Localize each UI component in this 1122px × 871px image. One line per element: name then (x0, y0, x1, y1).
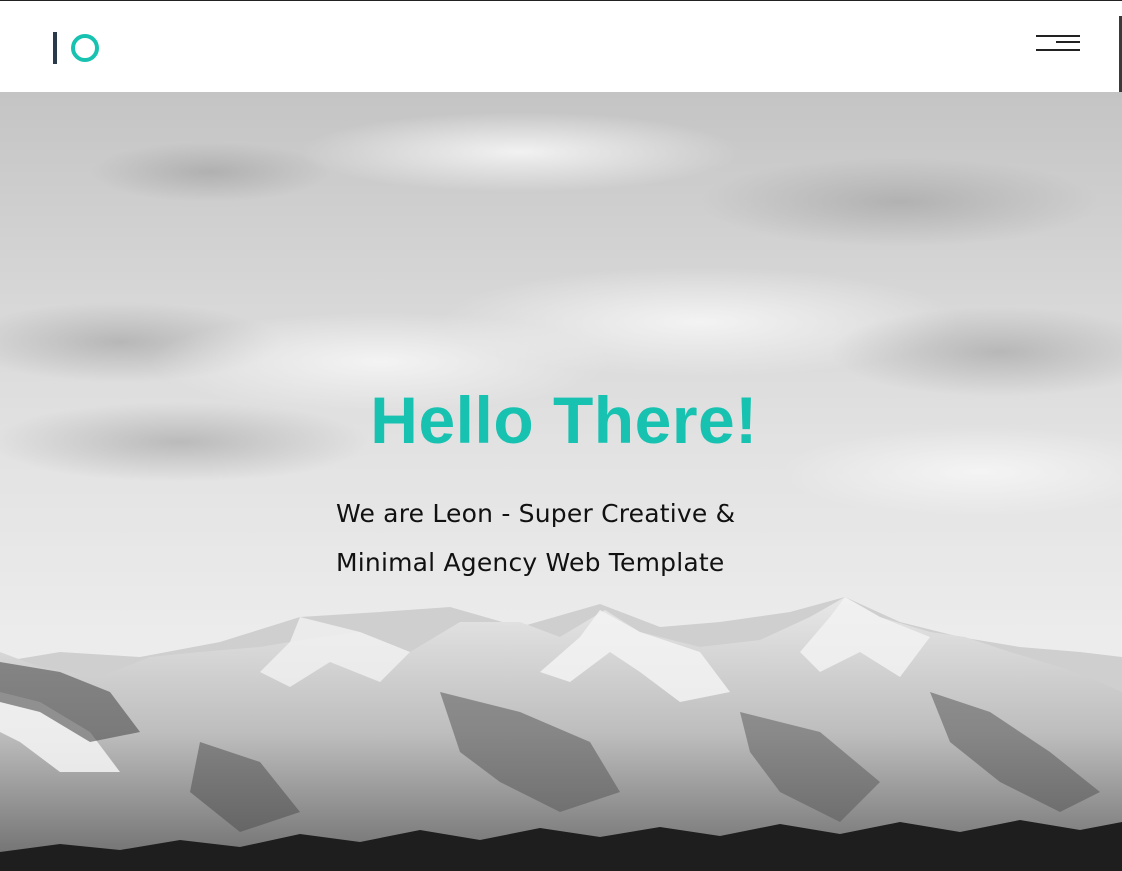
logo[interactable] (53, 32, 103, 64)
hero-subtitle-line-2: Minimal Agency Web Template (336, 548, 725, 577)
hero-subtitle: We are Leon - Super Creative & Minimal A… (336, 489, 796, 587)
hero-section: Hello There! We are Leon - Super Creativ… (0, 92, 1122, 871)
hero-title: Hello There! (370, 383, 758, 457)
hamburger-menu-icon[interactable] (1034, 35, 1080, 55)
hero-subtitle-line-1: We are Leon - Super Creative & (336, 499, 736, 528)
site-header (0, 1, 1122, 92)
mountain-landscape-image (0, 92, 1122, 871)
